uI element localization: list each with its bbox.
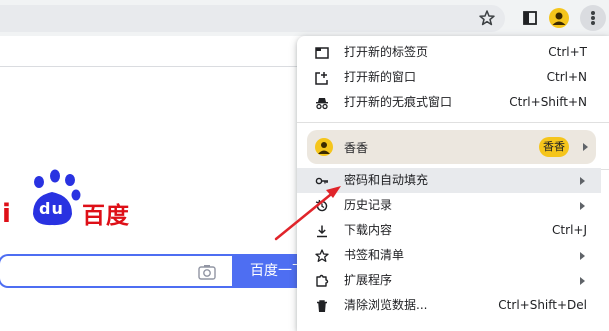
divider xyxy=(0,66,300,67)
menu-item-new-window[interactable]: 打开新的窗口 Ctrl+N xyxy=(297,65,601,90)
menu-item-label: 打开新的窗口 xyxy=(344,70,417,84)
search-button[interactable]: 百度一下 xyxy=(232,254,302,288)
menu-item-label: 历史记录 xyxy=(344,198,393,212)
profile-badge: 香香 xyxy=(539,137,569,157)
shortcut-text: Ctrl+T xyxy=(548,45,587,59)
shortcut-text: Ctrl+Shift+Del xyxy=(498,298,587,312)
side-panel-icon[interactable] xyxy=(522,10,538,26)
address-bar[interactable] xyxy=(0,5,505,32)
shortcut-text: Ctrl+Shift+N xyxy=(509,95,587,109)
menu-item-extensions[interactable]: 扩展程序 xyxy=(297,268,601,293)
menu-item-new-tab[interactable]: 打开新的标签页 Ctrl+T xyxy=(297,40,601,65)
menu-item-label: 下载内容 xyxy=(344,223,393,237)
chevron-right-icon xyxy=(580,277,585,285)
svg-text:i: i xyxy=(2,199,11,229)
new-window-icon xyxy=(315,72,328,85)
more-menu-icon[interactable] xyxy=(580,5,606,31)
menu-item-clear-data[interactable]: 清除浏览数据... Ctrl+Shift+Del xyxy=(297,293,601,318)
menu-item-label: 扩展程序 xyxy=(344,273,393,287)
profile-avatar-icon xyxy=(315,138,333,156)
menu-item-label: 打开新的标签页 xyxy=(344,45,429,59)
key-icon xyxy=(315,177,328,185)
chevron-right-icon xyxy=(583,143,588,151)
camera-icon[interactable] xyxy=(198,264,216,280)
menu-item-label: 密码和自动填充 xyxy=(344,173,429,187)
menu-item-label: 打开新的无痕式窗口 xyxy=(344,95,453,109)
shortcut-text: Ctrl+J xyxy=(552,223,587,237)
menu-divider xyxy=(297,122,609,123)
chrome-menu: 打开新的标签页 Ctrl+T 打开新的窗口 Ctrl+N 打开新的无痕式窗口 C… xyxy=(297,36,609,331)
menu-item-history[interactable]: 历史记录 xyxy=(297,193,601,218)
menu-item-passwords[interactable]: 密码和自动填充 xyxy=(297,168,601,193)
menu-item-bookmarks[interactable]: 书签和清单 xyxy=(297,243,601,268)
puzzle-icon xyxy=(316,274,329,287)
logo-text: 百度 xyxy=(82,203,130,229)
star-icon xyxy=(315,249,329,262)
profile-avatar-icon[interactable] xyxy=(549,8,569,28)
logo-paw-text: du xyxy=(39,199,64,218)
menu-item-downloads[interactable]: 下载内容 Ctrl+J xyxy=(297,218,601,243)
menu-item-new-incognito[interactable]: 打开新的无痕式窗口 Ctrl+Shift+N xyxy=(297,90,601,115)
menu-item-label: 书签和清单 xyxy=(344,248,405,262)
browser-toolbar xyxy=(0,0,609,36)
menu-item-label: 清除浏览数据... xyxy=(344,298,428,312)
history-icon xyxy=(315,199,328,212)
star-icon[interactable] xyxy=(478,9,496,27)
download-icon xyxy=(317,225,327,238)
chevron-right-icon xyxy=(580,202,585,210)
profile-row[interactable]: 香香 香香 xyxy=(307,130,596,164)
chevron-right-icon xyxy=(580,177,585,185)
profile-name: 香香 xyxy=(344,141,369,155)
shortcut-text: Ctrl+N xyxy=(546,70,587,84)
trash-icon xyxy=(317,300,327,312)
chevron-right-icon xyxy=(580,252,585,260)
incognito-icon xyxy=(316,98,328,110)
new-tab-icon xyxy=(315,47,329,59)
